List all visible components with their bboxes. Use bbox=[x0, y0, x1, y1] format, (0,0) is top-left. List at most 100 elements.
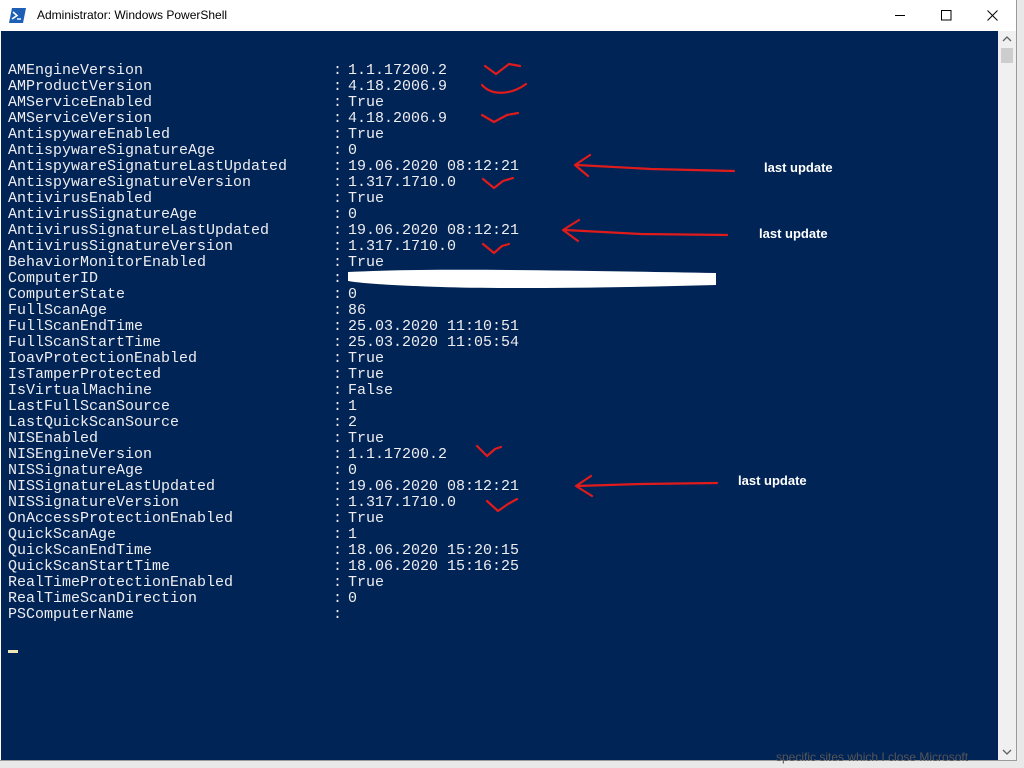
console-row: IoavProtectionEnabled: True bbox=[8, 351, 519, 367]
property-name: IsTamperProtected bbox=[8, 366, 162, 383]
property-name: AntivirusSignatureVersion bbox=[8, 238, 234, 255]
property-value: True bbox=[348, 190, 385, 207]
console-row: AntivirusEnabled: True bbox=[8, 191, 519, 207]
console-row: FullScanAge:86 bbox=[8, 303, 519, 319]
console-row: AntispywareSignatureVersion:1.317.1710.0 bbox=[8, 175, 519, 191]
separator: : bbox=[333, 574, 343, 591]
console-row: AntivirusSignatureLastUpdated:19.06.2020… bbox=[8, 223, 519, 239]
console-row: AntispywareSignatureLastUpdated:19.06.20… bbox=[8, 159, 519, 175]
separator: : bbox=[333, 238, 343, 255]
scroll-down-button[interactable] bbox=[998, 743, 1016, 760]
separator: : bbox=[333, 350, 343, 367]
minimize-button[interactable] bbox=[877, 0, 923, 31]
separator: : bbox=[333, 206, 343, 223]
redaction-mark bbox=[348, 269, 716, 289]
console-row: NISSignatureVersion:1.317.1710.0 bbox=[8, 495, 519, 511]
property-name: FullScanStartTime bbox=[8, 334, 162, 351]
console-lines: AMEngineVersion:1.1.17200.2 AMProductVers… bbox=[8, 63, 519, 623]
property-value: 19.06.2020 08:12:21 bbox=[348, 222, 520, 239]
separator: : bbox=[333, 478, 343, 495]
separator: : bbox=[333, 542, 343, 559]
property-value: 18.06.2020 15:20:15 bbox=[348, 542, 520, 559]
arrow-annotation bbox=[573, 153, 736, 178]
powershell-icon bbox=[9, 8, 26, 23]
property-name: AMEngineVersion bbox=[8, 62, 144, 79]
separator: : bbox=[333, 414, 343, 431]
property-name: PSComputerName bbox=[8, 606, 135, 623]
separator: : bbox=[333, 494, 343, 511]
property-value: 1.317.1710.0 bbox=[348, 238, 457, 255]
property-value: 25.03.2020 11:05:54 bbox=[348, 334, 520, 351]
separator: : bbox=[333, 462, 343, 479]
close-button[interactable] bbox=[969, 0, 1015, 31]
arrow-annotation bbox=[574, 474, 719, 498]
property-name: FullScanEndTime bbox=[8, 318, 144, 335]
console-row: AMServiceVersion:4.18.2006.9 bbox=[8, 111, 519, 127]
console-row: QuickScanAge:1 bbox=[8, 527, 519, 543]
console-row: AntispywareEnabled: True bbox=[8, 127, 519, 143]
scrollbar-thumb[interactable] bbox=[1001, 48, 1013, 63]
property-value: True bbox=[348, 94, 385, 111]
property-value: True bbox=[348, 574, 385, 591]
property-name: AntivirusEnabled bbox=[8, 190, 153, 207]
console-row: AMEngineVersion:1.1.17200.2 bbox=[8, 63, 519, 79]
console-row: NISEnabled: True bbox=[8, 431, 519, 447]
separator: : bbox=[333, 302, 343, 319]
console-row: LastFullScanSource:1 bbox=[8, 399, 519, 415]
console-row: NISEngineVersion:1.1.17200.2 bbox=[8, 447, 519, 463]
separator: : bbox=[333, 94, 343, 111]
separator: : bbox=[333, 382, 343, 399]
property-name: AntivirusSignatureLastUpdated bbox=[8, 222, 270, 239]
separator: : bbox=[333, 286, 343, 303]
maximize-button[interactable] bbox=[923, 0, 969, 31]
property-value: 25.03.2020 11:10:51 bbox=[348, 318, 520, 335]
separator: : bbox=[333, 430, 343, 447]
property-name: AMServiceVersion bbox=[8, 110, 153, 127]
property-name: LastFullScanSource bbox=[8, 398, 171, 415]
text-cursor bbox=[8, 650, 18, 653]
console-row: RealTimeProtectionEnabled: True bbox=[8, 575, 519, 591]
property-value: 18.06.2020 15:16:25 bbox=[348, 558, 520, 575]
property-name: OnAccessProtectionEnabled bbox=[8, 510, 234, 527]
window-title: Administrator: Windows PowerShell bbox=[37, 8, 228, 22]
property-name: IsVirtualMachine bbox=[8, 382, 153, 399]
console-output[interactable]: AMEngineVersion:1.1.17200.2 AMProductVers… bbox=[1, 31, 998, 760]
console-row: QuickScanStartTime:18.06.2020 15:16:25 bbox=[8, 559, 519, 575]
console-row: IsVirtualMachine: False bbox=[8, 383, 519, 399]
separator: : bbox=[333, 318, 343, 335]
title-bar[interactable]: Administrator: Windows PowerShell bbox=[0, 0, 1016, 31]
separator: : bbox=[333, 62, 343, 79]
separator: : bbox=[333, 190, 343, 207]
minimize-icon bbox=[895, 15, 905, 16]
property-value: 19.06.2020 08:12:21 bbox=[348, 158, 520, 175]
console-row: FullScanEndTime:25.03.2020 11:10:51 bbox=[8, 319, 519, 335]
property-value: True bbox=[348, 126, 385, 143]
separator: : bbox=[333, 126, 343, 143]
separator: : bbox=[333, 510, 343, 527]
console-row: NISSignatureLastUpdated:19.06.2020 08:12… bbox=[8, 479, 519, 495]
property-name: AntivirusSignatureAge bbox=[8, 206, 198, 223]
property-name: RealTimeProtectionEnabled bbox=[8, 574, 234, 591]
property-name: QuickScanAge bbox=[8, 526, 117, 543]
property-value: 1 bbox=[348, 526, 358, 543]
console-row: QuickScanEndTime:18.06.2020 15:20:15 bbox=[8, 543, 519, 559]
console-row: LastQuickScanSource:2 bbox=[8, 415, 519, 431]
property-name: LastQuickScanSource bbox=[8, 414, 180, 431]
property-name: AMServiceEnabled bbox=[8, 94, 153, 111]
property-value: 1.317.1710.0 bbox=[348, 494, 457, 511]
console-row: AntispywareSignatureAge:0 bbox=[8, 143, 519, 159]
separator: : bbox=[333, 526, 343, 543]
property-name: NISEnabled bbox=[8, 430, 99, 447]
property-name: NISEngineVersion bbox=[8, 446, 153, 463]
property-name: NISSignatureLastUpdated bbox=[8, 478, 216, 495]
console-row: AMProductVersion:4.18.2006.9 bbox=[8, 79, 519, 95]
scroll-up-button[interactable] bbox=[998, 31, 1016, 48]
vertical-scrollbar[interactable] bbox=[998, 31, 1016, 760]
property-value: 1.317.1710.0 bbox=[348, 174, 457, 191]
property-value: 1.1.17200.2 bbox=[348, 62, 448, 79]
property-name: QuickScanStartTime bbox=[8, 558, 171, 575]
separator: : bbox=[333, 366, 343, 383]
close-icon bbox=[987, 10, 998, 21]
property-value: 1 bbox=[348, 398, 358, 415]
separator: : bbox=[333, 334, 343, 351]
